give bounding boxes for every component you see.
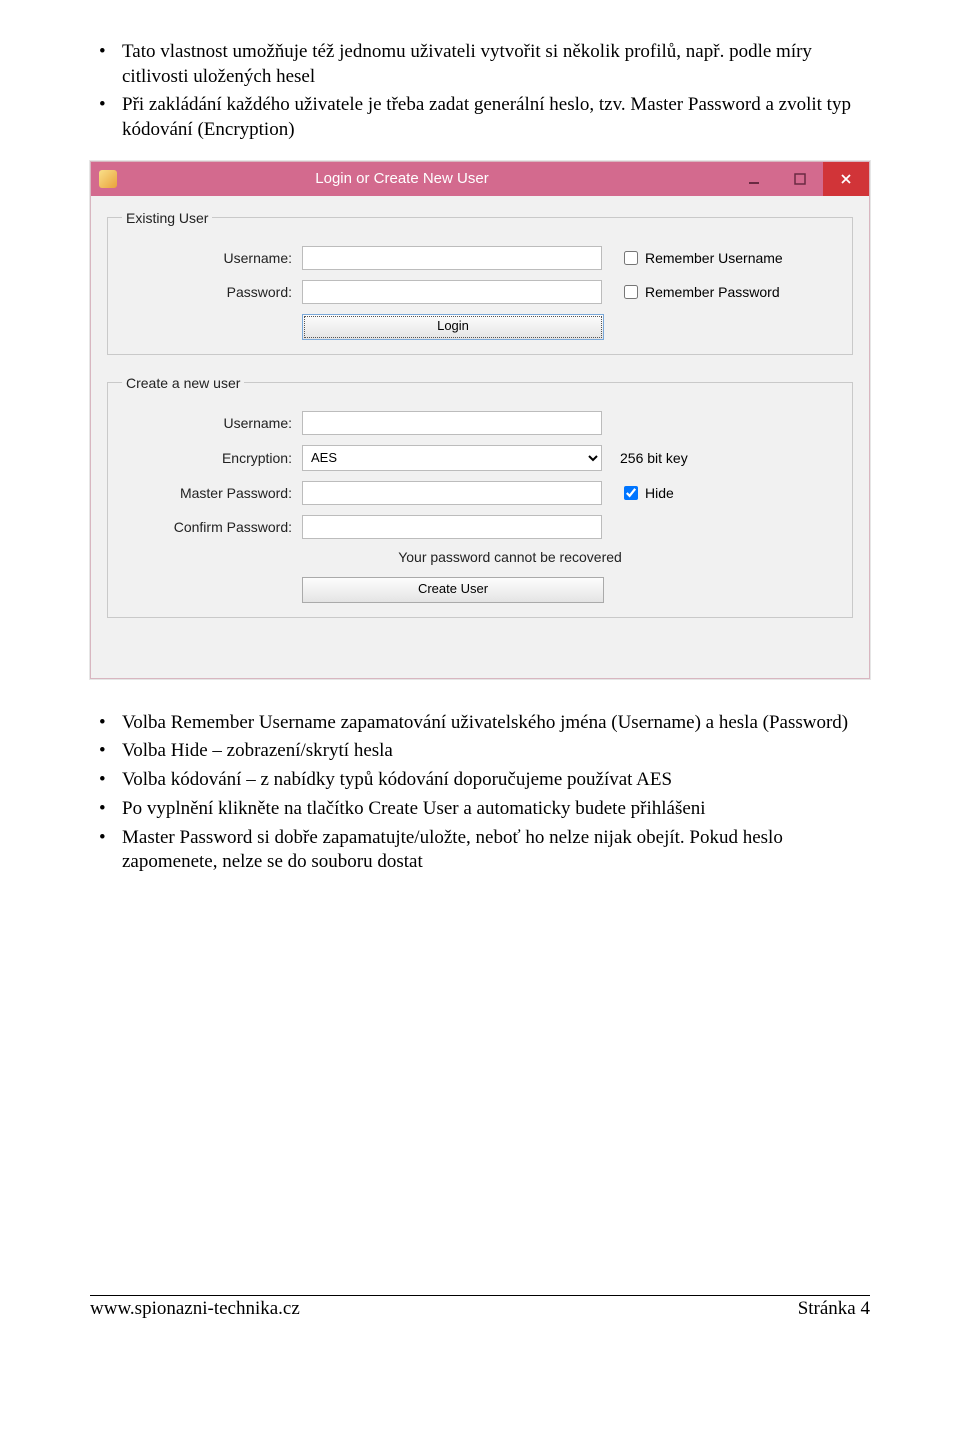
window-title: Login or Create New User [123, 170, 731, 187]
bullet-item: Master Password si dobře zapamatujte/ulo… [90, 826, 870, 875]
hide-checkbox[interactable] [624, 486, 638, 500]
existing-user-group: Existing User Username: Remember Usernam… [107, 210, 853, 355]
master-password-input[interactable] [302, 481, 602, 505]
maximize-button[interactable] [777, 162, 823, 196]
close-button[interactable] [823, 162, 869, 196]
hide-option[interactable]: Hide [620, 483, 674, 503]
bottom-bullets: Volba Remember Username zapamatování uži… [90, 711, 870, 875]
username-label: Username: [122, 250, 302, 266]
new-username-label: Username: [122, 415, 302, 431]
login-dialog: Login or Create New User Existing User U… [90, 161, 870, 679]
titlebar: Login or Create New User [91, 162, 869, 196]
new-username-input[interactable] [302, 411, 602, 435]
remember-password-label: Remember Password [645, 284, 780, 300]
bullet-item: Volba kódování – z nabídky typů kódování… [90, 768, 870, 793]
minimize-button[interactable] [731, 162, 777, 196]
close-icon [840, 173, 852, 185]
create-user-button[interactable]: Create User [302, 577, 604, 603]
hide-label: Hide [645, 485, 674, 501]
remember-password-checkbox[interactable] [624, 285, 638, 299]
encryption-keysize: 256 bit key [620, 450, 688, 466]
create-user-group: Create a new user Username: Encryption: … [107, 375, 853, 618]
bullet-item: Volba Hide – zobrazení/skrytí hesla [90, 739, 870, 764]
app-icon [99, 170, 117, 188]
password-label: Password: [122, 284, 302, 300]
password-warning: Your password cannot be recovered [122, 549, 838, 565]
encryption-label: Encryption: [122, 450, 302, 466]
login-button[interactable]: Login [302, 314, 604, 340]
window-controls [731, 162, 869, 196]
create-user-legend: Create a new user [122, 375, 244, 391]
footer-url: www.spionazni-technika.cz [90, 1298, 300, 1320]
confirm-password-label: Confirm Password: [122, 519, 302, 535]
bullet-item: Po vyplnění klikněte na tlačítko Create … [90, 797, 870, 822]
remember-username-option[interactable]: Remember Username [620, 248, 783, 268]
existing-user-legend: Existing User [122, 210, 212, 226]
password-input[interactable] [302, 280, 602, 304]
bullet-item: Tato vlastnost umožňuje též jednomu uživ… [90, 40, 870, 89]
minimize-icon [748, 173, 760, 185]
remember-username-label: Remember Username [645, 250, 783, 266]
footer-page: Stránka 4 [798, 1298, 870, 1320]
bullet-item: Volba Remember Username zapamatování uži… [90, 711, 870, 736]
remember-username-checkbox[interactable] [624, 251, 638, 265]
master-password-label: Master Password: [122, 485, 302, 501]
username-input[interactable] [302, 246, 602, 270]
page-footer: www.spionazni-technika.cz Stránka 4 [90, 1295, 870, 1320]
encryption-select[interactable]: AES [302, 445, 602, 471]
top-bullets: Tato vlastnost umožňuje též jednomu uživ… [90, 40, 870, 143]
maximize-icon [794, 173, 806, 185]
confirm-password-input[interactable] [302, 515, 602, 539]
remember-password-option[interactable]: Remember Password [620, 282, 780, 302]
bullet-item: Při zakládání každého uživatele je třeba… [90, 93, 870, 142]
